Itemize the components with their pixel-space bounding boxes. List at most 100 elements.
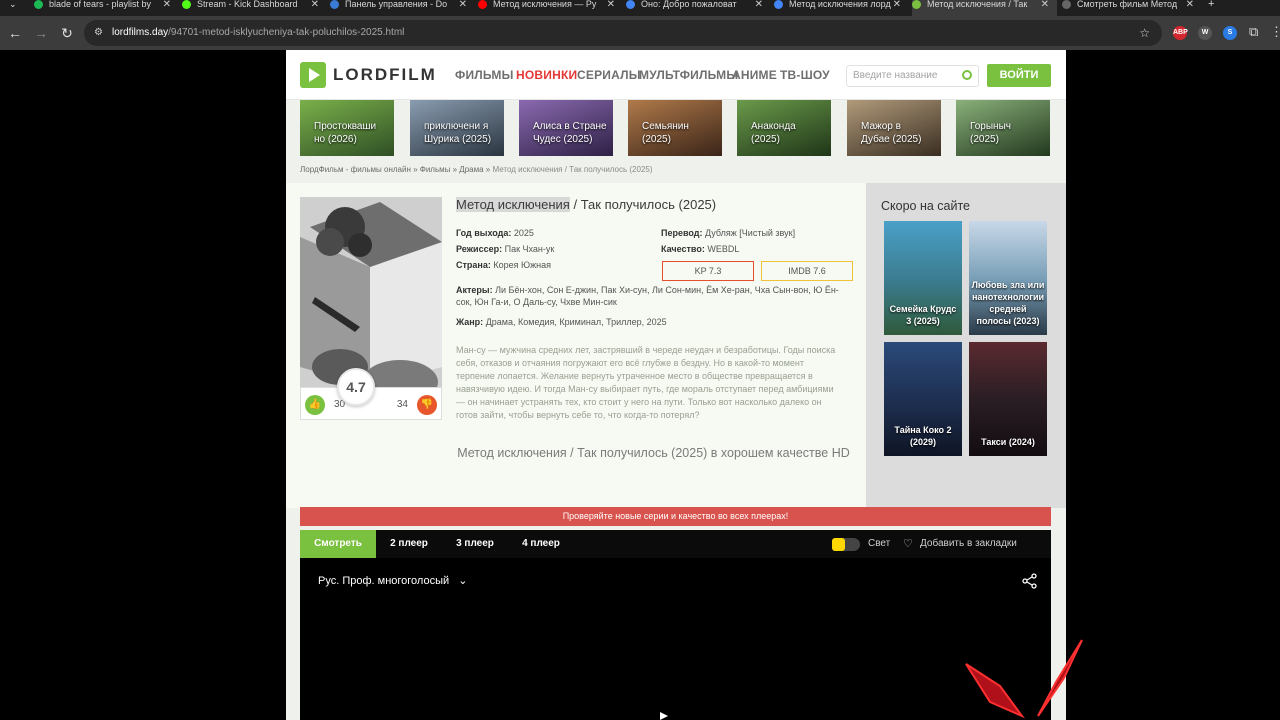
adblock-extension-icon[interactable]: ABP — [1173, 26, 1188, 40]
close-icon[interactable]: ✕ — [1041, 0, 1049, 10]
sidebar-item[interactable]: Любовь зла или нанотехнологии средней по… — [969, 221, 1047, 335]
close-icon[interactable]: ✕ — [1186, 0, 1194, 10]
hd-subtitle: Метод исключения / Так получилось (2025)… — [457, 446, 850, 460]
close-icon[interactable]: ✕ — [311, 0, 319, 10]
carousel-item[interactable]: Горыныч (2025) — [956, 100, 1050, 156]
meta-value: Дубляж [Чистый звук] — [705, 228, 796, 238]
close-icon[interactable]: ✕ — [893, 0, 901, 10]
tab-search-button[interactable]: ⌄ — [0, 0, 28, 16]
browser-tab[interactable]: Метод исключения лорд ✕ — [774, 0, 909, 16]
carousel-item[interactable]: Мажор в Дубае (2025) — [847, 100, 941, 156]
bookmark-button[interactable]: Добавить в закладки — [920, 538, 1017, 549]
back-icon[interactable]: ← — [2, 25, 28, 41]
tab-player-2[interactable]: 2 плеер — [376, 530, 442, 558]
tab-title: Панель управления - Do — [345, 0, 448, 9]
meta-quality: Качество: WEBDL — [661, 243, 739, 255]
bookmark-star-icon[interactable]: ☆ — [1139, 20, 1150, 46]
carousel-item-title: Алиса в Стране Чудес (2025) — [533, 121, 607, 145]
light-toggle[interactable] — [832, 538, 860, 551]
tab-player-4[interactable]: 4 плеер — [508, 530, 574, 558]
close-icon[interactable]: ✕ — [459, 0, 467, 10]
menu-new[interactable]: НОВИНКИ — [516, 68, 577, 82]
browser-tab[interactable]: Смотреть фильм Метод ✕ — [1062, 0, 1202, 16]
menu-series[interactable]: СЕРИАЛЫ — [577, 68, 641, 82]
site-info-icon[interactable]: ⚙ — [94, 20, 103, 46]
meta-value: Драма, Комедия, Криминал, Триллер, 2025 — [485, 317, 667, 327]
browser-tab[interactable]: Stream - Kick Dashboard ✕ — [182, 0, 327, 16]
forward-icon[interactable]: → — [28, 25, 54, 41]
meta-label: Жанр: — [456, 317, 484, 327]
browser-tab[interactable]: Метод исключения — Pу ✕ — [478, 0, 623, 16]
share-icon[interactable] — [1021, 572, 1039, 590]
carousel-item[interactable]: Семьянин (2025) — [628, 100, 722, 156]
light-toggle-knob — [832, 538, 845, 551]
sidebar-title: Скоро на сайте — [881, 199, 971, 213]
menu-films[interactable]: ФИЛЬМЫ — [455, 68, 514, 82]
thumbs-down-icon[interactable]: 👎 — [417, 395, 437, 415]
imdb-rating-badge: IMDB 7.6 — [761, 261, 853, 281]
extension-icon[interactable]: W — [1198, 26, 1212, 40]
meta-label: Режиссер: — [456, 244, 503, 254]
meta-value: Ли Бён-хон, Сон Е-джин, Пак Хи-сун, Ли С… — [456, 285, 839, 307]
carousel-item[interactable]: Анаконда (2025) — [737, 100, 831, 156]
logo-text: LORDFILM — [333, 65, 437, 84]
extensions-puzzle-icon[interactable]: ⧉ — [1249, 24, 1258, 40]
browser-tab-active[interactable]: Метод исключения / Так ✕ — [912, 0, 1057, 16]
video-player[interactable]: Рус. Проф. многоголосый ⌄ — [300, 558, 1051, 720]
menu-dots-icon[interactable]: ⋮ — [1270, 24, 1280, 40]
carousel-item-title: Семьянин (2025) — [642, 121, 689, 145]
tab-title: Метод исключения — Pу — [493, 0, 597, 9]
carousel-item[interactable]: приключени я Шурика (2025) — [410, 100, 504, 156]
menu-anime[interactable]: АНИМЕ — [732, 68, 777, 82]
meta-translation: Перевод: Дубляж [Чистый звук] — [661, 227, 795, 239]
site-logo[interactable]: LORDFILM — [300, 62, 437, 88]
heart-icon[interactable]: ♡ — [903, 537, 913, 550]
sidebar-item[interactable]: Такси (2024) — [969, 342, 1047, 456]
extension-icon[interactable]: S — [1223, 26, 1237, 40]
tab-favicon — [912, 0, 921, 9]
carousel-item[interactable]: Простокваши но (2026) — [300, 100, 394, 156]
tab-title: Метод исключения / Так — [927, 0, 1028, 9]
url-domain: lordfilms.day — [112, 27, 169, 38]
carousel-item[interactable]: Алиса в Стране Чудес (2025) — [519, 100, 613, 156]
sidebar-item[interactable]: Тайна Коко 2 (2029) — [884, 342, 962, 456]
sidebar-item-title: Семейка Крудс 3 (2025) — [889, 304, 957, 326]
breadcrumb: ЛордФильм - фильмы онлайн » Фильмы » Дра… — [300, 165, 653, 174]
close-icon[interactable]: ✕ — [755, 0, 763, 10]
close-icon[interactable]: ✕ — [607, 0, 615, 10]
new-tab-icon[interactable]: + — [1208, 0, 1228, 16]
menu-tvshow[interactable]: ТВ-ШОУ — [780, 68, 830, 82]
play-icon[interactable] — [658, 710, 670, 720]
light-label: Свет — [868, 538, 891, 549]
overlay-eyes-graphic — [965, 639, 1083, 719]
reload-icon[interactable]: ↻ — [54, 25, 80, 42]
close-icon[interactable]: ✕ — [163, 0, 171, 10]
menu-cartoons[interactable]: МУЛЬТФИЛЬМЫ — [639, 68, 738, 82]
browser-tab[interactable]: Панель управления - Do ✕ — [330, 0, 475, 16]
tab-favicon — [330, 0, 339, 9]
sidebar-item-title: Тайна Коко 2 (2029) — [894, 425, 952, 447]
breadcrumb-links[interactable]: ЛордФильм - фильмы онлайн » Фильмы » Дра… — [300, 165, 492, 174]
browser-tab-strip: ⌄ blade of tears - playlist by ✕ Stream -… — [0, 0, 1280, 16]
search-icon[interactable] — [962, 70, 972, 80]
tab-favicon — [34, 0, 43, 9]
login-button[interactable]: ВОЙТИ — [987, 64, 1051, 87]
thumbs-up-icon[interactable]: 👍 — [305, 395, 325, 415]
carousel-item-title: Мажор в Дубае (2025) — [861, 121, 922, 145]
tab-favicon — [774, 0, 783, 9]
movie-title-rest: / Так получилось (2025) — [569, 197, 717, 212]
chevron-down-icon: ⌄ — [458, 575, 468, 587]
meta-actors: Актеры: Ли Бён-хон, Сон Е-джин, Пак Хи-с… — [456, 284, 841, 308]
audio-track-select[interactable]: Рус. Проф. многоголосый ⌄ — [318, 574, 467, 587]
tab-watch[interactable]: Смотреть — [300, 530, 376, 558]
search-input[interactable]: Введите название — [846, 65, 979, 87]
tab-favicon — [478, 0, 487, 9]
address-bar[interactable]: ⚙ lordfilms.day/94701-metod-isklyucheniy… — [84, 20, 1162, 46]
movie-description: Ман-су — мужчина средних лет, застрявший… — [456, 345, 836, 420]
browser-tab[interactable]: blade of tears - playlist by ✕ — [34, 0, 179, 16]
sidebar-item[interactable]: Семейка Крудс 3 (2025) — [884, 221, 962, 335]
play-logo-icon — [300, 62, 326, 88]
browser-tab[interactable]: Оно: Добро пожаловат ✕ — [626, 0, 771, 16]
meta-country: Страна: Корея Южная — [456, 259, 551, 271]
tab-player-3[interactable]: 3 плеер — [442, 530, 508, 558]
